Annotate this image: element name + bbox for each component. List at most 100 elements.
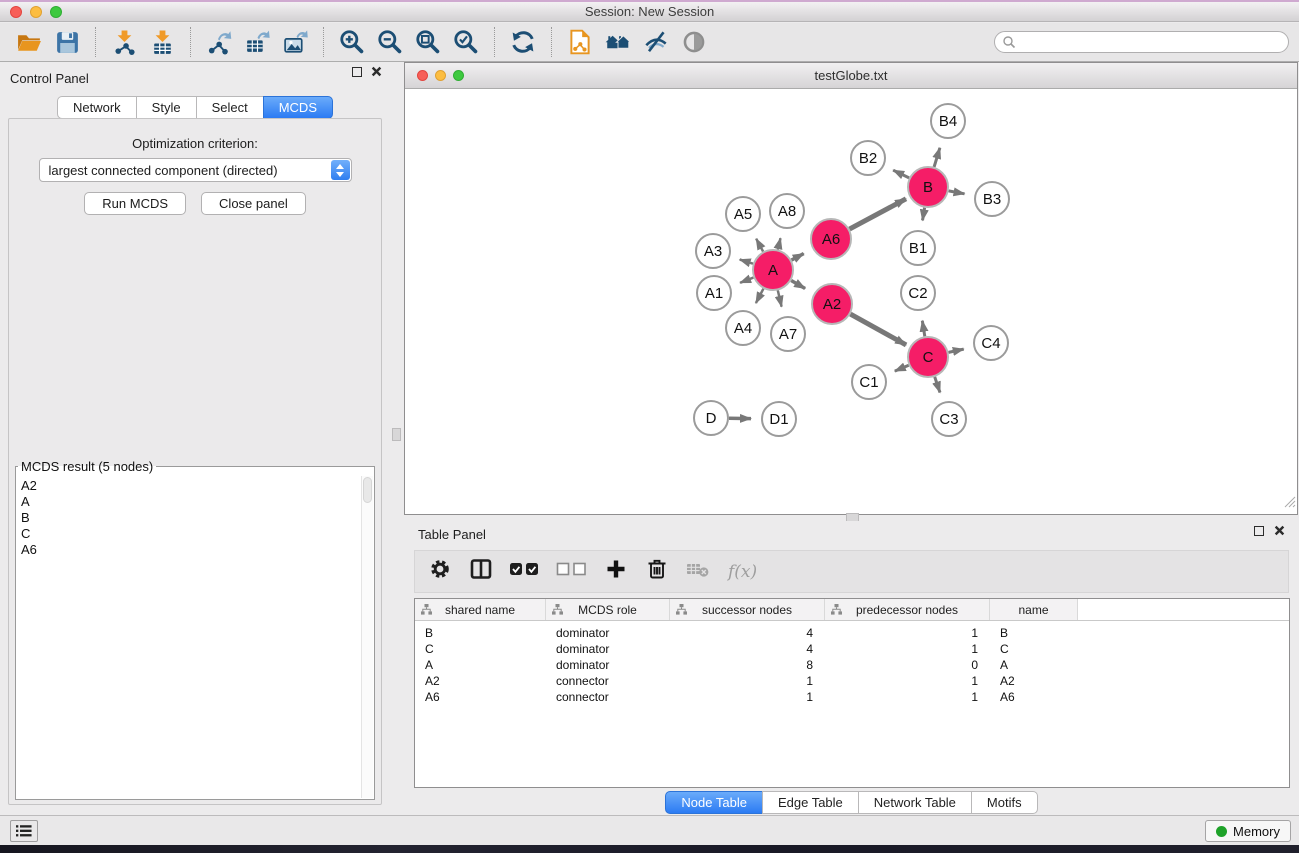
- graph-edge-A-A2[interactable]: [791, 281, 805, 289]
- result-item[interactable]: B: [21, 510, 356, 526]
- close-window-button[interactable]: [10, 6, 22, 18]
- fit-content-button[interactable]: [412, 26, 444, 58]
- tab-node-table[interactable]: Node Table: [665, 791, 763, 814]
- graph-node-A7[interactable]: A7: [771, 317, 805, 351]
- graph-node-B2[interactable]: B2: [851, 141, 885, 175]
- graph-node-A8[interactable]: A8: [770, 194, 804, 228]
- destroy-table-button[interactable]: [685, 556, 711, 587]
- zoom-in-button[interactable]: [336, 26, 368, 58]
- task-history-button[interactable]: [10, 820, 38, 842]
- mcds-result-list[interactable]: A2ABCA6: [17, 476, 360, 798]
- graph-edge-A-A3[interactable]: [740, 260, 753, 264]
- tab-motifs[interactable]: Motifs: [971, 791, 1038, 814]
- select-all-columns-button[interactable]: [509, 559, 541, 584]
- graph-node-C2[interactable]: C2: [901, 276, 935, 310]
- table-row[interactable]: A6connector11A6: [415, 689, 1289, 705]
- result-item[interactable]: A2: [21, 478, 356, 494]
- export-image-button[interactable]: [279, 26, 311, 58]
- graph-edge-A-A8[interactable]: [778, 238, 781, 249]
- graph-node-A4[interactable]: A4: [726, 311, 760, 345]
- search-input[interactable]: [1016, 33, 1288, 51]
- graph-node-D[interactable]: D: [694, 401, 728, 435]
- graph-node-B3[interactable]: B3: [975, 182, 1009, 216]
- graph-edge-A2-C[interactable]: [850, 314, 906, 345]
- show-column-button[interactable]: [468, 556, 494, 587]
- graph-node-A2[interactable]: A2: [812, 284, 852, 324]
- optimization-criterion-dropdown[interactable]: largest connected component (directed): [39, 158, 352, 182]
- minimize-network-button[interactable]: [435, 70, 446, 81]
- graph-node-A6[interactable]: A6: [811, 219, 851, 259]
- new-network-from-selection-button[interactable]: [564, 26, 596, 58]
- graph-edge-A-A4[interactable]: [756, 289, 764, 303]
- graph-edge-B-B3[interactable]: [949, 191, 965, 194]
- close-network-button[interactable]: [417, 70, 428, 81]
- run-mcds-button[interactable]: Run MCDS: [84, 192, 186, 215]
- close-panel-icon[interactable]: [371, 66, 382, 77]
- graph-node-C4[interactable]: C4: [974, 326, 1008, 360]
- column-header-shared-name[interactable]: shared name: [415, 599, 546, 620]
- minimize-window-button[interactable]: [30, 6, 42, 18]
- column-header-successor-nodes[interactable]: successor nodes: [670, 599, 825, 620]
- toggle-birds-eye-view-button[interactable]: [678, 26, 710, 58]
- graph-edge-A-A5[interactable]: [756, 239, 763, 252]
- graph-node-A3[interactable]: A3: [696, 234, 730, 268]
- table-row[interactable]: Adominator80A: [415, 657, 1289, 673]
- table-row[interactable]: Cdominator41C: [415, 641, 1289, 657]
- zoom-window-button[interactable]: [50, 6, 62, 18]
- search-field[interactable]: [994, 31, 1289, 53]
- zoom-selected-button[interactable]: [450, 26, 482, 58]
- graph-edge-A-A6[interactable]: [792, 254, 804, 261]
- graph-edge-C-C3[interactable]: [935, 377, 940, 393]
- create-column-button[interactable]: [603, 556, 629, 587]
- table-row[interactable]: Bdominator41B: [415, 625, 1289, 641]
- column-header-predecessor-nodes[interactable]: predecessor nodes: [825, 599, 990, 620]
- graph-node-A5[interactable]: A5: [726, 197, 760, 231]
- export-table-button[interactable]: [241, 26, 273, 58]
- tab-style[interactable]: Style: [136, 96, 197, 119]
- tab-network-table[interactable]: Network Table: [858, 791, 972, 814]
- tab-mcds[interactable]: MCDS: [263, 96, 333, 119]
- graph-node-B1[interactable]: B1: [901, 231, 935, 265]
- network-canvas[interactable]: B4B2BB3A8A5A6B1A3AA1C2A2A4A7C4CC1DD1C3: [405, 89, 1297, 514]
- graph-edge-B-B2[interactable]: [893, 170, 909, 178]
- save-session-button[interactable]: [51, 26, 83, 58]
- graph-node-D1[interactable]: D1: [762, 402, 796, 436]
- graph-edge-C-C2[interactable]: [922, 321, 925, 337]
- graph-edge-B-B1[interactable]: [923, 208, 925, 221]
- result-item[interactable]: C: [21, 526, 356, 542]
- import-table-button[interactable]: [146, 26, 178, 58]
- graph-edge-A-A7[interactable]: [778, 290, 782, 306]
- column-header-MCDS-role[interactable]: MCDS role: [546, 599, 670, 620]
- result-item[interactable]: A: [21, 494, 356, 510]
- import-network-button[interactable]: [108, 26, 140, 58]
- graph-node-C[interactable]: C: [908, 337, 948, 377]
- graph-node-A[interactable]: A: [753, 250, 793, 290]
- refresh-view-button[interactable]: [507, 26, 539, 58]
- network-window-titlebar[interactable]: testGlobe.txt: [405, 63, 1297, 89]
- result-scrollbar[interactable]: [361, 476, 373, 798]
- graph-node-B4[interactable]: B4: [931, 104, 965, 138]
- zoom-network-button[interactable]: [453, 70, 464, 81]
- tab-select[interactable]: Select: [196, 96, 264, 119]
- tab-network[interactable]: Network: [57, 96, 137, 119]
- graph-edge-A6-B[interactable]: [850, 199, 907, 229]
- graph-node-C3[interactable]: C3: [932, 402, 966, 436]
- resize-grip-icon[interactable]: [1282, 494, 1296, 513]
- graph-edge-C-C4[interactable]: [949, 349, 964, 352]
- close-panel-button[interactable]: Close panel: [201, 192, 306, 215]
- graph-edge-A-A1[interactable]: [740, 278, 753, 283]
- delete-columns-button[interactable]: [644, 556, 670, 587]
- close-panel-icon[interactable]: [1274, 525, 1285, 536]
- open-session-button[interactable]: [13, 26, 45, 58]
- export-network-button[interactable]: [203, 26, 235, 58]
- graph-edge-B-B4[interactable]: [934, 148, 940, 167]
- vertical-splitter[interactable]: [390, 62, 404, 815]
- column-header-name[interactable]: name: [990, 599, 1078, 620]
- table-settings-button[interactable]: [427, 556, 453, 587]
- zoom-out-button[interactable]: [374, 26, 406, 58]
- cybrowser-home-button[interactable]: [602, 26, 634, 58]
- result-item[interactable]: A6: [21, 542, 356, 558]
- float-panel-icon[interactable]: [1254, 526, 1264, 536]
- unselect-all-columns-button[interactable]: [556, 559, 588, 584]
- graph-node-C1[interactable]: C1: [852, 365, 886, 399]
